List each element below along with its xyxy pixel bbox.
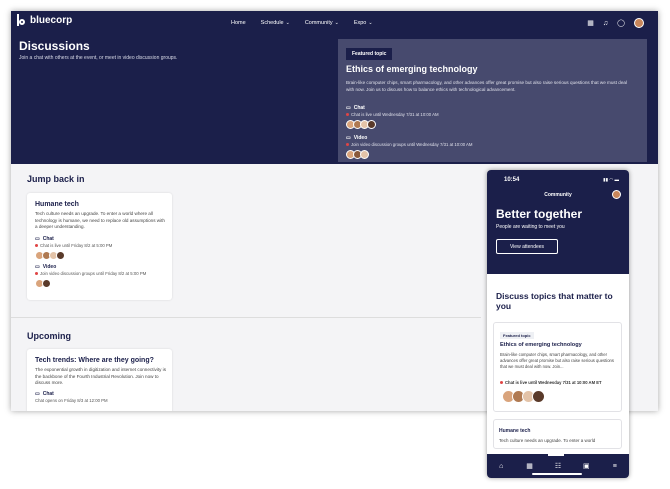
- chat-status: Chat is live until Wednesday 7/31 at 10:…: [351, 112, 439, 117]
- featured-chat-section[interactable]: ▭ Chat Chat is live until Wednesday 7/31 …: [346, 105, 439, 129]
- featured-description: Brain-like computer chips, smart pharmac…: [346, 80, 627, 92]
- video-status: Join video discussion groups until Wedne…: [351, 142, 473, 147]
- chevron-down-icon: ⌄: [334, 20, 339, 26]
- humane-tech-card[interactable]: Humane tech Tech culture needs an upgrad…: [27, 193, 172, 300]
- featured-video-section[interactable]: ▭ Video Join video discussion groups unti…: [346, 135, 473, 159]
- nav-label: Community: [304, 20, 333, 26]
- expo-icon[interactable]: ▣: [579, 462, 593, 470]
- chat-icon: ▭: [346, 105, 351, 111]
- card-description: The exponential growth in digitization a…: [35, 367, 166, 385]
- brand-logo[interactable]: bluecorp: [17, 14, 72, 26]
- live-dot-icon: [346, 143, 349, 147]
- avatar: [360, 150, 369, 159]
- calendar-icon[interactable]: ▦: [523, 462, 537, 470]
- avatar: [56, 250, 65, 260]
- main-nav: Home Schedule ⌄ Community ⌄ Expo ⌄: [231, 20, 373, 26]
- nav-label: Home: [231, 20, 246, 26]
- home-icon[interactable]: ⌂: [494, 463, 508, 470]
- video-label: Video: [42, 263, 57, 270]
- card-description: Tech culture needs an upgrade. To enter …: [35, 211, 165, 229]
- phone-section-title: Discuss topics that matter to you: [496, 291, 613, 311]
- video-icon: ▭: [35, 263, 40, 270]
- live-dot-icon: [346, 113, 349, 117]
- brand-name: bluecorp: [30, 14, 73, 26]
- tech-trends-card[interactable]: Tech trends: Where are they going? The e…: [27, 349, 172, 411]
- featured-badge: Featured topic: [346, 48, 393, 60]
- live-dot-icon: [35, 243, 38, 247]
- chat-label: Chat: [42, 390, 54, 397]
- live-dot-icon: [35, 271, 38, 275]
- home-indicator: [532, 473, 582, 475]
- chat-label: Chat: [42, 235, 54, 242]
- header-icons: ▦ ♫ ◯: [587, 18, 644, 28]
- calendar-icon[interactable]: ▦: [587, 19, 594, 27]
- upcoming-title: Upcoming: [27, 331, 71, 341]
- chat-icon: ▭: [35, 390, 40, 397]
- avatar: [42, 278, 51, 288]
- featured-badge: Featured topic: [500, 332, 534, 339]
- card-description: Tech culture needs an upgrade. To enter …: [499, 438, 596, 443]
- chevron-down-icon: ⌄: [368, 20, 373, 26]
- card-video-section[interactable]: ▭ Video Join video discussion groups unti…: [35, 264, 165, 288]
- card-title: Tech trends: Where are they going?: [35, 357, 154, 364]
- phone-hero-title: Better together: [496, 207, 583, 221]
- page-subtitle: Join a chat with others at the event, or…: [19, 55, 178, 61]
- status-icons: ▮▮ ◠ ▬: [603, 177, 619, 182]
- chat-status-text: Chat is live until Wednesday 7/31 at 10:…: [505, 380, 602, 385]
- bell-icon[interactable]: ♫: [603, 20, 608, 27]
- chat-status: Chat is live until Wednesday 7/31 at 10:…: [500, 380, 602, 385]
- chat-status: Chat is live until Friday 8/2 at 5:00 PM: [40, 242, 113, 248]
- avatar: [367, 120, 376, 129]
- video-icon: ▭: [346, 135, 351, 141]
- card-description: Brain-like computer chips, smart pharmac…: [500, 352, 614, 369]
- people-icon[interactable]: ☷: [551, 462, 565, 470]
- chat-bubble-icon[interactable]: ◯: [617, 19, 625, 27]
- phone-header-title: Community: [544, 192, 572, 198]
- participant-avatars: [35, 250, 165, 260]
- nav-item-home[interactable]: Home: [231, 20, 246, 26]
- jump-back-in-title: Jump back in: [27, 174, 85, 184]
- nav-label: Schedule: [260, 20, 284, 26]
- chat-status: Chat opens on Friday 8/3 at 12:00 PM: [35, 397, 108, 403]
- live-dot-icon: [500, 381, 503, 385]
- card-chat-section[interactable]: ▭ Chat Chat is live until Friday 8/2 at 5…: [35, 236, 165, 260]
- card-title: Humane tech: [35, 201, 79, 208]
- phone-featured-card[interactable]: Featured topic Ethics of emerging techno…: [493, 322, 622, 412]
- nav-label: Expo: [353, 20, 367, 26]
- hero-banner: bluecorp Home Schedule ⌄ Community ⌄ Expo ⌄…: [11, 11, 658, 164]
- card-title: Humane tech: [499, 428, 531, 434]
- participant-avatars: [346, 120, 439, 129]
- phone-hero-subtitle: People are waiting to meet you: [496, 224, 565, 230]
- featured-title[interactable]: Ethics of emerging technology: [346, 64, 478, 74]
- menu-icon[interactable]: ≡: [608, 463, 622, 470]
- section-divider: [11, 317, 481, 318]
- video-label: Video: [353, 135, 368, 141]
- status-time: 10:54: [504, 177, 520, 183]
- mobile-app-mockup: 10:54 ▮▮ ◠ ▬ Community Better together P…: [487, 170, 629, 478]
- view-attendees-button[interactable]: View attendees: [496, 239, 558, 254]
- page-title: Discussions: [19, 39, 90, 53]
- phone-hero: 10:54 ▮▮ ◠ ▬ Community Better together P…: [487, 170, 629, 274]
- logo-mark-icon: [17, 14, 27, 26]
- avatar[interactable]: [612, 190, 621, 199]
- card-title: Ethics of emerging technology: [500, 342, 582, 348]
- video-status: Join video discussion groups until Frida…: [40, 270, 147, 276]
- chat-label: Chat: [353, 105, 365, 111]
- nav-item-expo[interactable]: Expo ⌄: [354, 20, 373, 26]
- participant-avatars: [35, 278, 165, 288]
- chevron-down-icon: ⌄: [285, 20, 290, 26]
- featured-topic-card[interactable]: Featured topic Ethics of emerging techno…: [338, 39, 647, 162]
- avatar[interactable]: [634, 18, 644, 28]
- participant-avatars: [502, 390, 545, 403]
- avatar: [532, 390, 545, 403]
- participant-avatars: [346, 150, 473, 159]
- active-tab-indicator: [548, 454, 564, 456]
- chat-icon: ▭: [35, 235, 40, 242]
- phone-humane-tech-card[interactable]: Humane tech Tech culture needs an upgrad…: [493, 419, 622, 449]
- nav-item-community[interactable]: Community ⌄: [305, 20, 339, 26]
- card-chat-section[interactable]: ▭ Chat Chat opens on Friday 8/3 at 12:00 …: [35, 391, 167, 403]
- nav-item-schedule[interactable]: Schedule ⌄: [261, 20, 290, 26]
